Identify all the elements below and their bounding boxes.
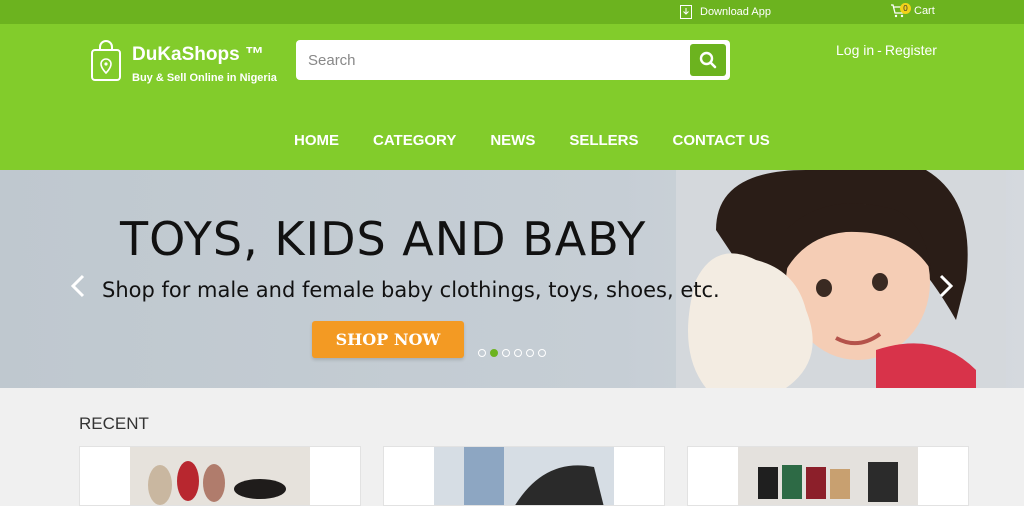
product-card[interactable] bbox=[687, 446, 969, 506]
search-button[interactable] bbox=[690, 44, 726, 76]
cart-label: Cart bbox=[914, 5, 935, 17]
hero-baby-photo bbox=[676, 170, 1006, 388]
product-card[interactable] bbox=[383, 446, 665, 506]
site-header: DuKaShops ™ Buy & Sell Online in Nigeria… bbox=[0, 24, 1024, 170]
auth-links: Log in - Register bbox=[836, 42, 937, 58]
slider-dot[interactable] bbox=[526, 349, 534, 357]
site-logo[interactable]: DuKaShops ™ Buy & Sell Online in Nigeria bbox=[90, 40, 277, 84]
shopping-bag-icon bbox=[91, 40, 121, 81]
login-link[interactable]: Log in bbox=[836, 42, 874, 58]
recent-section-title: RECENT bbox=[79, 414, 149, 433]
brand-tagline: Buy & Sell Online in Nigeria bbox=[132, 72, 277, 84]
product-card[interactable] bbox=[79, 446, 361, 506]
slider-next-arrow[interactable] bbox=[938, 274, 954, 298]
cart-link[interactable]: 0 Cart bbox=[890, 3, 935, 18]
slider-dot[interactable] bbox=[478, 349, 486, 357]
top-bar: Download App 0 Cart bbox=[0, 0, 1024, 24]
product-image-heels bbox=[738, 447, 918, 505]
product-image-sandals bbox=[130, 447, 310, 505]
nav-category[interactable]: CATEGORY bbox=[373, 132, 456, 149]
brand-name: DuKaShops ™ bbox=[132, 44, 264, 65]
register-link[interactable]: Register bbox=[885, 42, 937, 58]
auth-separator: - bbox=[877, 42, 882, 58]
search-icon bbox=[699, 51, 717, 69]
search-input[interactable] bbox=[308, 48, 678, 72]
search-bar bbox=[296, 40, 730, 80]
download-icon bbox=[680, 5, 692, 19]
slider-dots bbox=[478, 349, 546, 357]
nav-news[interactable]: NEWS bbox=[490, 132, 535, 149]
nav-home[interactable]: HOME bbox=[294, 132, 339, 149]
slider-dot[interactable] bbox=[514, 349, 522, 357]
slider-prev-arrow[interactable] bbox=[70, 274, 86, 298]
download-app-label: Download App bbox=[700, 6, 771, 18]
product-image-shoes bbox=[434, 447, 614, 505]
download-app-link[interactable]: Download App bbox=[680, 5, 771, 19]
hero-title: TOYS, KIDS AND BABY bbox=[120, 212, 647, 266]
slider-dot-active[interactable] bbox=[490, 349, 498, 357]
slider-dot[interactable] bbox=[502, 349, 510, 357]
cart-count-badge: 0 bbox=[900, 3, 911, 14]
main-nav: HOME CATEGORY NEWS SELLERS CONTACT US bbox=[294, 132, 770, 149]
nav-contact-us[interactable]: CONTACT US bbox=[673, 132, 770, 149]
hero-subtitle: Shop for male and female baby clothings,… bbox=[102, 278, 720, 302]
hero-slider: TOYS, KIDS AND BABY Shop for male and fe… bbox=[0, 170, 1024, 388]
shop-now-button[interactable]: SHOP NOW bbox=[312, 321, 464, 358]
slider-dot[interactable] bbox=[538, 349, 546, 357]
nav-sellers[interactable]: SELLERS bbox=[569, 132, 638, 149]
